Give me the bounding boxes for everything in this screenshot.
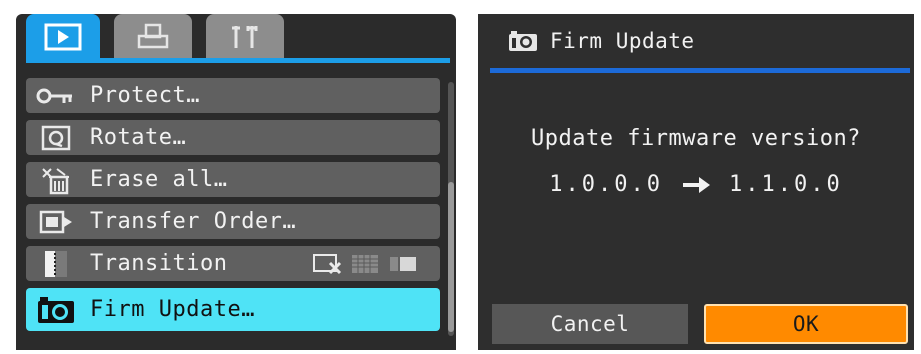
menu-item-label: Transfer Order…: [90, 209, 297, 234]
menu-item-transfer-order[interactable]: Transfer Order…: [26, 204, 440, 239]
firm-update-dialog: Firm Update Update firmware version? 1.0…: [478, 14, 914, 350]
setup-icon: [232, 26, 258, 48]
menu-item-label: Transition: [90, 251, 228, 276]
tab-setup[interactable]: [206, 14, 284, 60]
dialog-question: Update firmware version?: [531, 126, 861, 151]
transfer-icon: [34, 207, 78, 237]
ok-button[interactable]: OK: [704, 304, 908, 344]
camera-icon: [34, 295, 78, 325]
dialog-divider: [490, 68, 910, 73]
erase-all-icon: [34, 165, 78, 195]
dialog-title: Firm Update: [550, 29, 695, 53]
camera-icon: [508, 30, 538, 52]
rotate-icon: [34, 123, 78, 153]
dialog-header: Firm Update: [478, 14, 914, 68]
tab-print[interactable]: [114, 14, 192, 60]
tab-playback[interactable]: [26, 14, 100, 60]
print-icon: [137, 23, 169, 49]
play-icon: [44, 23, 82, 51]
transition-options[interactable]: [312, 251, 418, 277]
new-version: 1.1.0.0: [729, 172, 843, 197]
menu-item-label: Erase all…: [90, 167, 228, 192]
transition-off-icon[interactable]: [312, 253, 342, 275]
key-icon: [34, 81, 78, 111]
menu-item-rotate[interactable]: Rotate…: [26, 120, 440, 155]
transition-icon: [34, 249, 78, 279]
arrow-right-icon: [681, 175, 711, 195]
transition-slide-icon[interactable]: [388, 253, 418, 275]
menu-item-firm-update[interactable]: Firm Update…: [26, 288, 440, 331]
menu-item-protect[interactable]: Protect…: [26, 78, 440, 113]
menu-scrollbar[interactable]: [448, 82, 454, 336]
menu-item-label: Protect…: [90, 83, 200, 108]
menu-tab-bar: [10, 14, 450, 60]
menu-list: Protect… Rotate… Erase all… Transfer Ord…: [26, 78, 440, 338]
transition-fade-icon[interactable]: [350, 253, 380, 275]
version-line: 1.0.0.0 1.1.0.0: [478, 172, 914, 197]
scroll-thumb[interactable]: [448, 182, 454, 332]
current-version: 1.0.0.0: [549, 172, 663, 197]
menu-item-label: Firm Update…: [90, 297, 255, 322]
menu-item-erase-all[interactable]: Erase all…: [26, 162, 440, 197]
menu-item-transition[interactable]: Transition: [26, 246, 440, 281]
cancel-button[interactable]: Cancel: [492, 304, 688, 344]
tab-underline: [26, 58, 450, 63]
menu-item-label: Rotate…: [90, 125, 187, 150]
